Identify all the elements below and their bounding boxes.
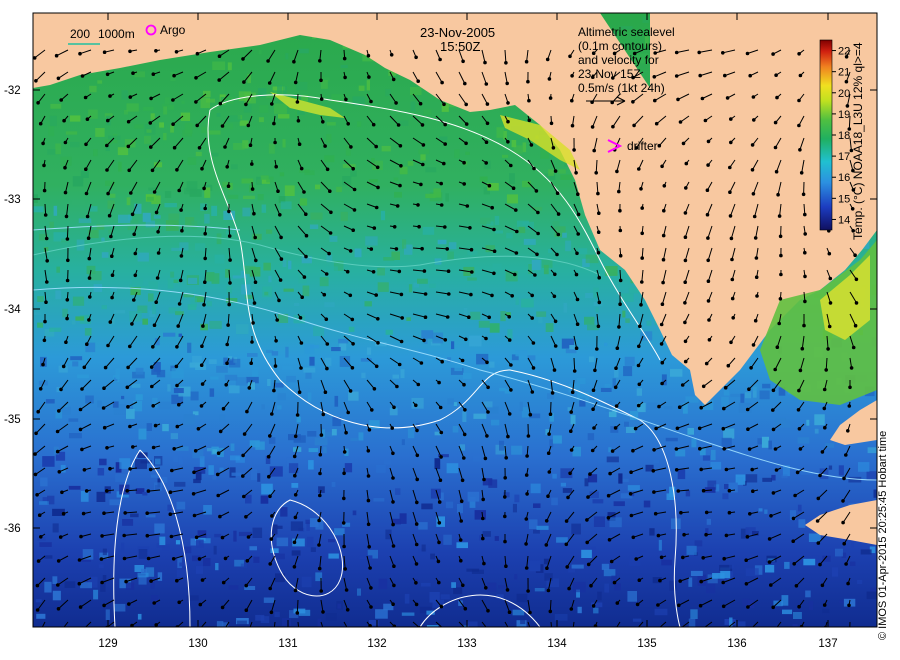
alt-note-line-1: Altimetric sealevel (578, 25, 675, 39)
y-tick-label: -35 (4, 414, 21, 426)
y-tick-label: -34 (4, 304, 21, 316)
x-tick-label: 137 (818, 638, 837, 650)
legend-drifter: drifter (627, 139, 658, 153)
y-tick-label: -33 (4, 194, 21, 206)
colorbar-tick-label: 19 (838, 109, 850, 121)
x-tick-label: 130 (188, 638, 207, 650)
map-time: 15:50Z (440, 39, 481, 54)
colorbar-tick-label: 20 (838, 88, 850, 100)
alt-note-line-4: 23-Nov 15Z (578, 67, 641, 81)
x-tick-label: 134 (547, 638, 567, 650)
x-tick-label: 136 (727, 638, 746, 650)
colorbar-tick-label: 14 (838, 214, 850, 226)
alt-note-line-5: 0.5m/s (1kt 24h) (578, 81, 665, 95)
sst-map: 200 1000m Argo 23-Nov-2005 15:50Z Altime… (4, 12, 878, 650)
x-tick-label: 132 (367, 638, 386, 650)
y-tick-label: -36 (4, 523, 21, 535)
colorbar-tick-label: 21 (838, 67, 850, 79)
legend-depth-1000: 1000m (98, 27, 135, 41)
colorbar-tick-label: 18 (838, 130, 850, 142)
x-tick-label: 135 (637, 638, 656, 650)
colorbar-tick-label: 15 (838, 193, 850, 205)
y-tick-label: -32 (4, 85, 21, 97)
map-date: 23-Nov-2005 (420, 25, 495, 40)
x-tick-label: 131 (278, 638, 297, 650)
legend-depth-200: 200 (70, 27, 90, 41)
copyright-text: © IMOS 01-Apr-2015 20:25:45 Hobart time (877, 430, 889, 640)
colorbar-tick-label: 17 (838, 151, 850, 163)
colorbar-tick-label: 22 (838, 46, 850, 58)
alt-note-line-2: (0.1m contours) (578, 39, 662, 53)
colorbar-title: Temp. (°C) NOAA18_L3U 12% ql>=4 (851, 42, 865, 240)
legend-argo: Argo (160, 23, 186, 37)
alt-note-line-3: and velocity for (578, 53, 659, 67)
x-tick-label: 133 (457, 638, 476, 650)
colorbar-tick-label: 16 (838, 172, 850, 184)
x-tick-label: 129 (98, 638, 117, 650)
